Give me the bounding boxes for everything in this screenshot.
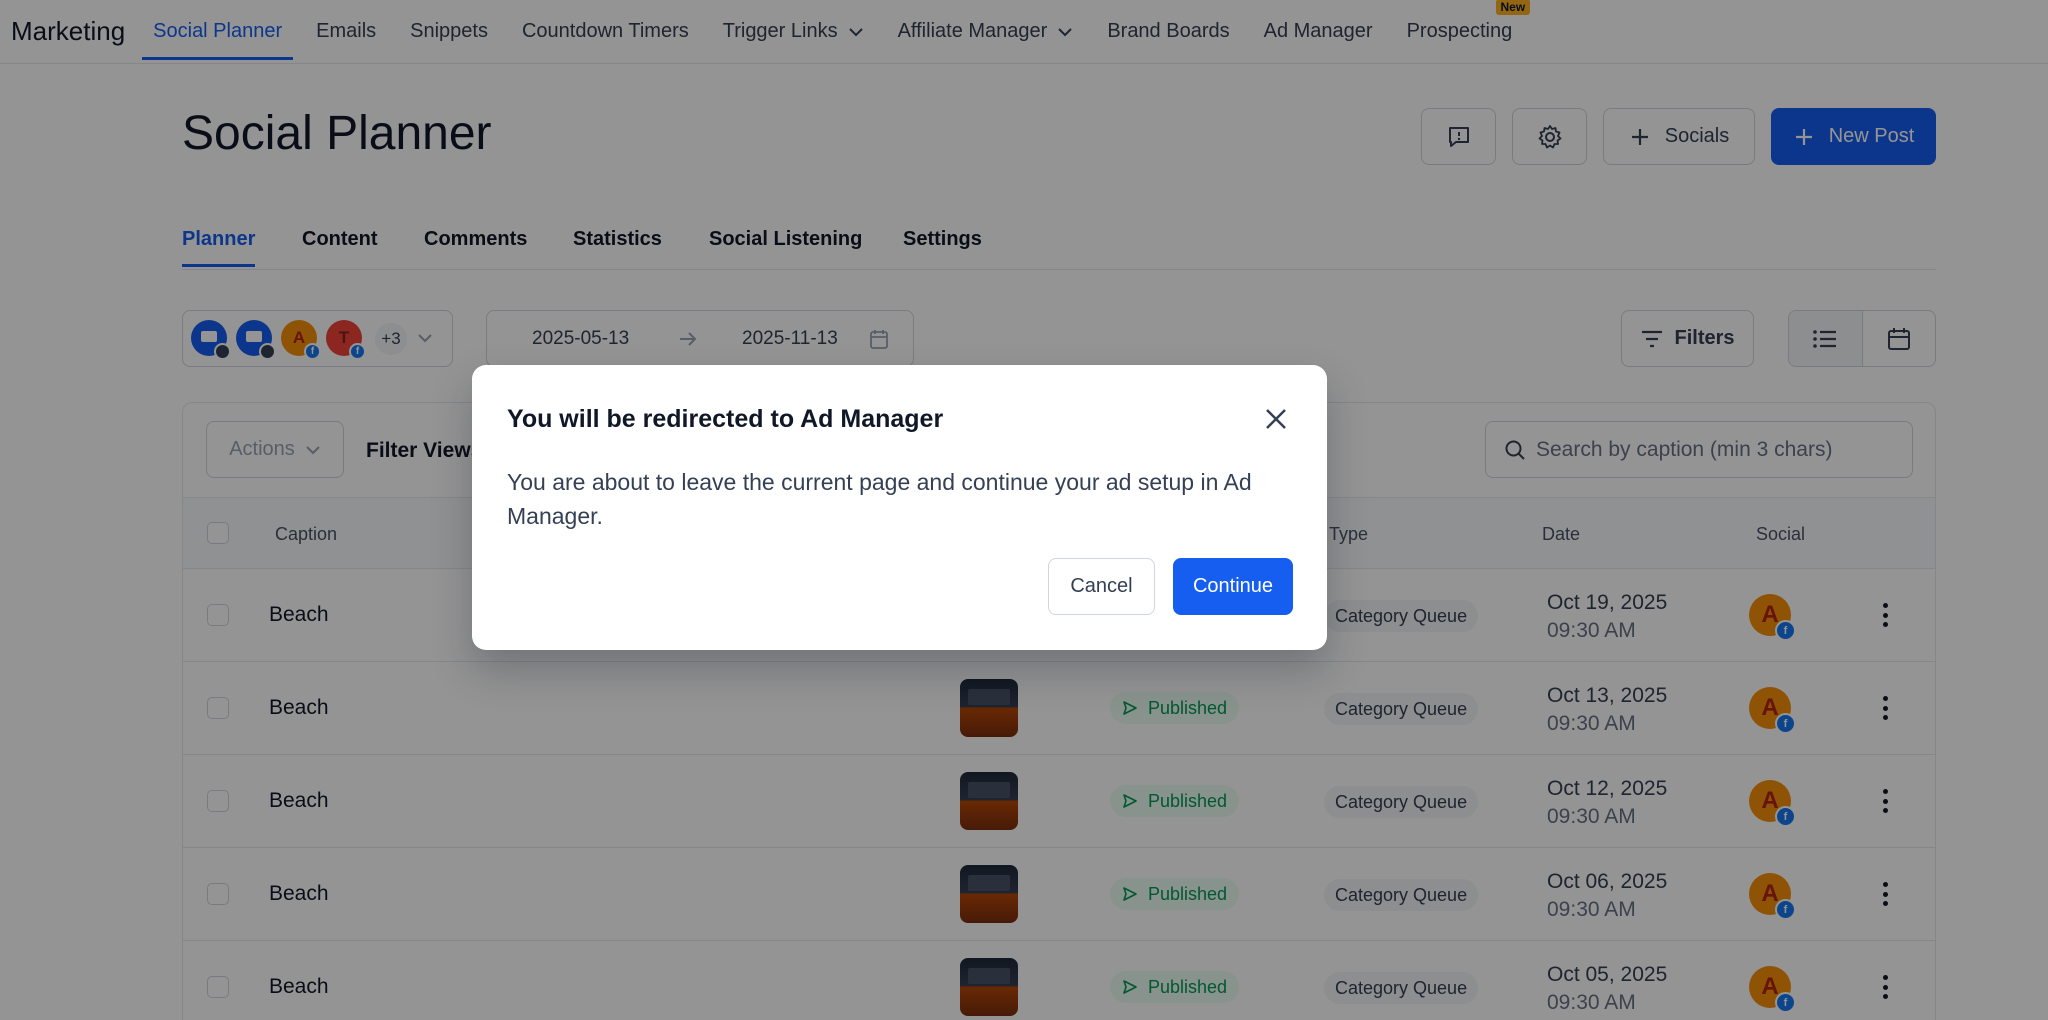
modal-message: You are about to leave the current page … [507, 469, 1252, 529]
close-button[interactable] [1260, 403, 1292, 435]
cancel-button[interactable]: Cancel [1048, 558, 1155, 615]
redirect-modal: You will be redirected to Ad Manager You… [472, 365, 1327, 650]
continue-button[interactable]: Continue [1173, 558, 1293, 615]
modal-title: You will be redirected to Ad Manager [507, 405, 944, 433]
close-icon [1266, 409, 1286, 429]
